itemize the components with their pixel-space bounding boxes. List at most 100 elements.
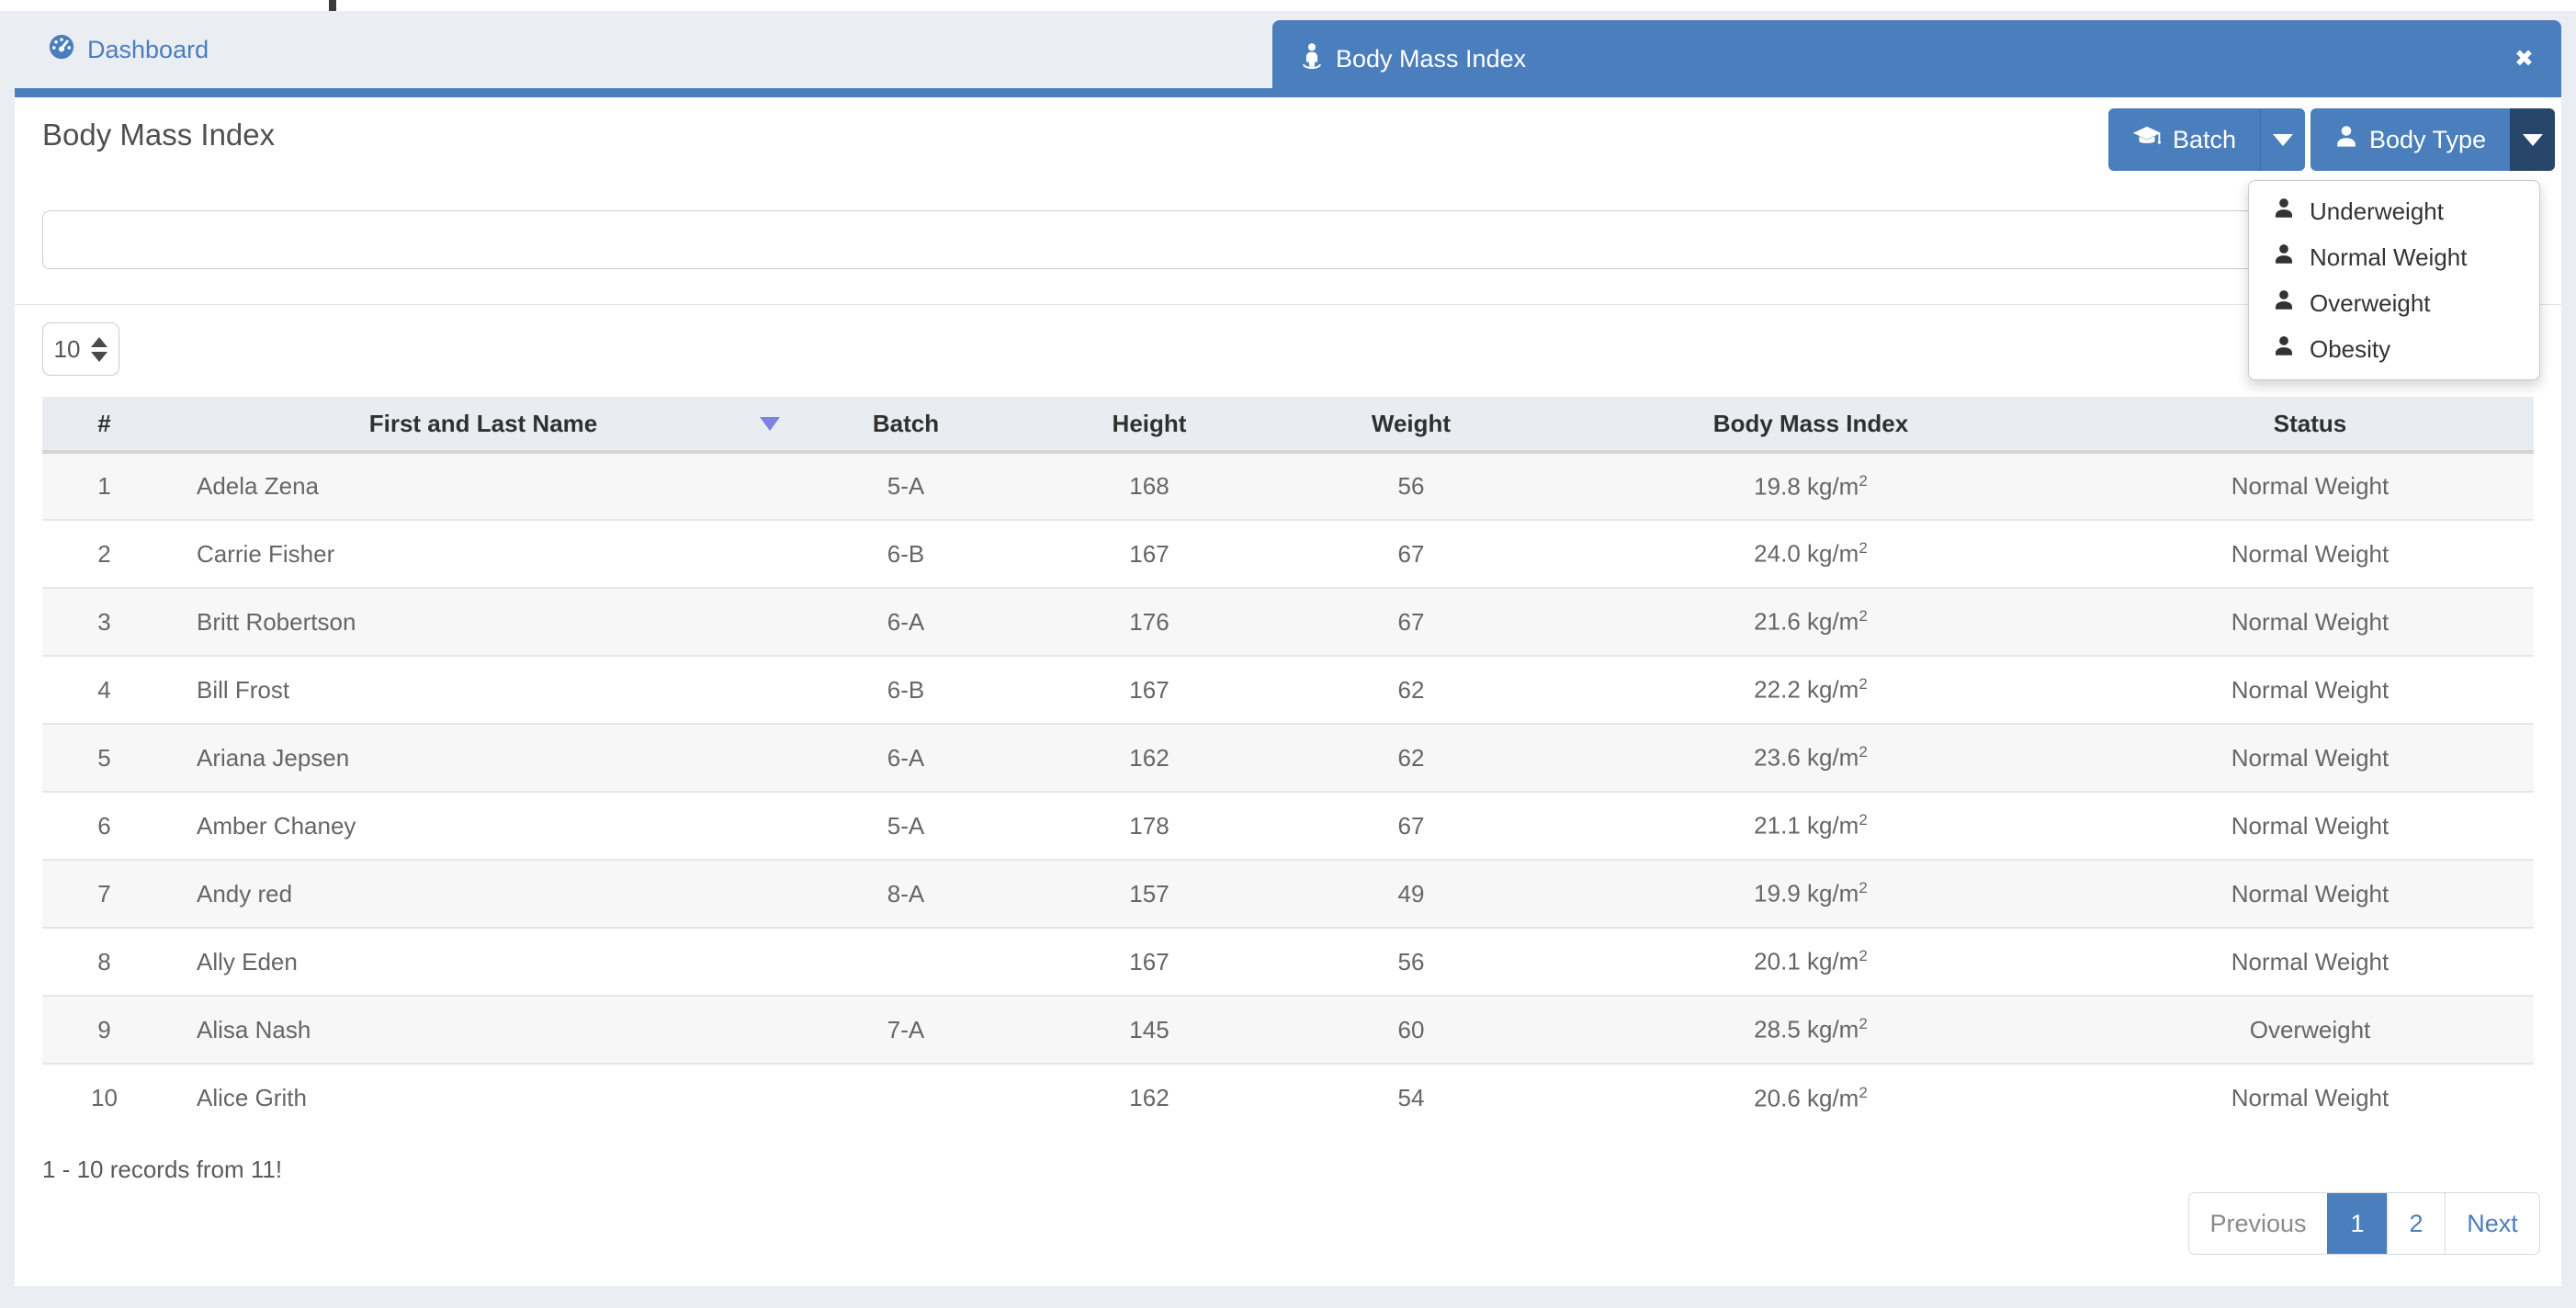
bmi-exponent: 2: [1859, 947, 1868, 965]
column-header-weight[interactable]: Weight: [1287, 397, 1535, 454]
tab-dashboard[interactable]: Dashboard: [28, 11, 229, 88]
table-row: 4 Bill Frost 6-B 167 62 22.2 kg/m2 Normal Weig…: [42, 656, 2534, 725]
tab-body-mass-index[interactable]: Body Mass Index ✖: [1272, 20, 2561, 97]
table-row: 5 Ariana Jepsen 6-A 162 62 23.6 kg/m2 Normal W…: [42, 724, 2534, 793]
page-2[interactable]: 2: [2387, 1193, 2445, 1254]
table-row: 3 Britt Robertson 6-A 176 67 21.6 kg/m2 Normal…: [42, 588, 2534, 657]
column-header-batch[interactable]: Batch: [800, 397, 1011, 454]
cell-bmi: 20.6 kg/m2: [1754, 1083, 1868, 1112]
bmi-exponent: 2: [1859, 811, 1868, 829]
cell-weight: 62: [1287, 724, 1535, 793]
records-summary: 1 - 10 records from 11!: [42, 1156, 283, 1183]
pagination: Previous 1 2 Next: [2188, 1192, 2540, 1255]
cell-weight: 67: [1287, 792, 1535, 861]
user-icon: [2273, 243, 2295, 272]
column-header-num[interactable]: #: [42, 397, 166, 454]
cell-height: 168: [1011, 452, 1287, 521]
user-icon: [2334, 125, 2358, 155]
sort-desc-icon: [760, 417, 780, 431]
filter-input[interactable]: [42, 210, 2534, 269]
cell-bmi: 28.5 kg/m2: [1535, 996, 2086, 1065]
column-header-height[interactable]: Height: [1011, 397, 1287, 454]
cell-name: Alisa Nash: [166, 996, 800, 1065]
body-type-button[interactable]: Body Type: [2310, 108, 2511, 171]
page-size-spinner[interactable]: 10: [42, 322, 119, 376]
graduation-cap-icon: [2132, 125, 2162, 155]
cell-num: 4: [42, 656, 166, 725]
cell-status: Normal Weight: [2086, 588, 2534, 657]
cell-status: Normal Weight: [2086, 860, 2534, 929]
column-header-body-mass-index[interactable]: Body Mass Index: [1535, 397, 2086, 454]
caret-down-icon: [2523, 133, 2544, 146]
cell-weight: 60: [1287, 996, 1535, 1065]
column-header-status[interactable]: Status: [2086, 397, 2534, 454]
cell-name: Carrie Fisher: [166, 520, 800, 589]
table-row: 1 Adela Zena 5-A 168 56 19.8 kg/m2 Normal Weig…: [42, 452, 2534, 521]
app-window: Dashboard Body Mass Index ✖ Body Mass In…: [0, 0, 2576, 1308]
menu-item-underweight[interactable]: Underweight: [2249, 188, 2539, 234]
body-type-dropdown-toggle[interactable]: [2510, 108, 2556, 171]
cell-batch: 6-A: [800, 724, 1011, 793]
cell-batch: 7-A: [800, 996, 1011, 1065]
cell-weight: 62: [1287, 656, 1535, 725]
cell-bmi: 19.8 kg/m2: [1535, 452, 2086, 521]
menu-item-label: Overweight: [2310, 288, 2431, 317]
spinner-down-icon[interactable]: [91, 351, 108, 362]
batch-button[interactable]: Batch: [2108, 108, 2261, 171]
cell-weight: 49: [1287, 860, 1535, 929]
cell-name: Ariana Jepsen: [166, 724, 800, 793]
cell-bmi: 23.6 kg/m2: [1535, 724, 2086, 793]
cell-status: Normal Weight: [2086, 520, 2534, 589]
batch-button-label: Batch: [2173, 125, 2237, 153]
cell-weight: 54: [1397, 1084, 1425, 1111]
page-1[interactable]: 1: [2327, 1193, 2387, 1254]
cell-height: 167: [1011, 928, 1287, 997]
bmi-exponent: 2: [1859, 607, 1868, 626]
cell-num: 2: [42, 520, 166, 589]
table-header-row: # First and Last Name Batch Height Weight Bod…: [42, 397, 2534, 454]
spinner-arrows-icon[interactable]: [91, 336, 108, 362]
cell-bmi: 22.2 kg/m2: [1535, 656, 2086, 725]
tab-content-panel: Body Mass Index Batch Body Type Underwei…: [15, 97, 2561, 1286]
cell-status: Overweight: [2086, 996, 2534, 1065]
table-row: 2 Carrie Fisher 6-B 167 67 24.0 kg/m2 Normal W…: [42, 520, 2534, 589]
page-previous[interactable]: Previous: [2189, 1193, 2327, 1254]
table-row: 8 Ally Eden 167 56 20.1 kg/m2 Normal Weight: [42, 928, 2534, 997]
batch-button-group: Batch: [2108, 108, 2306, 171]
body-type-button-label: Body Type: [2369, 125, 2487, 153]
caret-down-icon: [2273, 133, 2294, 146]
cell-name: Britt Robertson: [166, 588, 800, 657]
cell-weight: 56: [1287, 928, 1535, 997]
menu-item-obesity[interactable]: Obesity: [2249, 326, 2539, 372]
close-icon[interactable]: ✖: [2514, 45, 2534, 73]
cell-height: 145: [1011, 996, 1287, 1065]
page-next[interactable]: Next: [2445, 1193, 2539, 1254]
bmi-exponent: 2: [1859, 675, 1868, 693]
cell-bmi: 20.1 kg/m2: [1535, 928, 2086, 997]
batch-dropdown-toggle[interactable]: [2260, 108, 2306, 171]
spinner-up-icon[interactable]: [91, 336, 108, 347]
menu-item-overweight[interactable]: Overweight: [2249, 280, 2539, 326]
bmi-exponent: 2: [1859, 1015, 1868, 1033]
menu-item-normal-weight[interactable]: Normal Weight: [2249, 234, 2539, 280]
cell-bmi: 21.1 kg/m2: [1535, 792, 2086, 861]
person-icon: [1300, 42, 1324, 76]
bmi-exponent: 2: [1859, 743, 1868, 761]
cell-num: 8: [42, 928, 166, 997]
bmi-exponent: 2: [1859, 1083, 1868, 1101]
section-divider: [15, 304, 2561, 305]
cell-status: Normal Weight: [2231, 1084, 2390, 1111]
column-header-first-and-last-name[interactable]: First and Last Name: [166, 397, 800, 454]
cell-num: 7: [42, 860, 166, 929]
cell-height: 157: [1011, 860, 1287, 929]
cell-height: 167: [1011, 520, 1287, 589]
cell-batch: [800, 1064, 1011, 1132]
cell-name: Bill Frost: [166, 656, 800, 725]
cell-bmi: 24.0 kg/m2: [1535, 520, 2086, 589]
cell-batch: 5-A: [800, 792, 1011, 861]
user-icon: [2273, 335, 2295, 364]
dashboard-icon: [48, 33, 75, 67]
cell-num: 1: [42, 452, 166, 521]
tab-bmi-label: Body Mass Index: [1336, 44, 1527, 73]
body-type-button-group: Body Type: [2310, 108, 2556, 171]
